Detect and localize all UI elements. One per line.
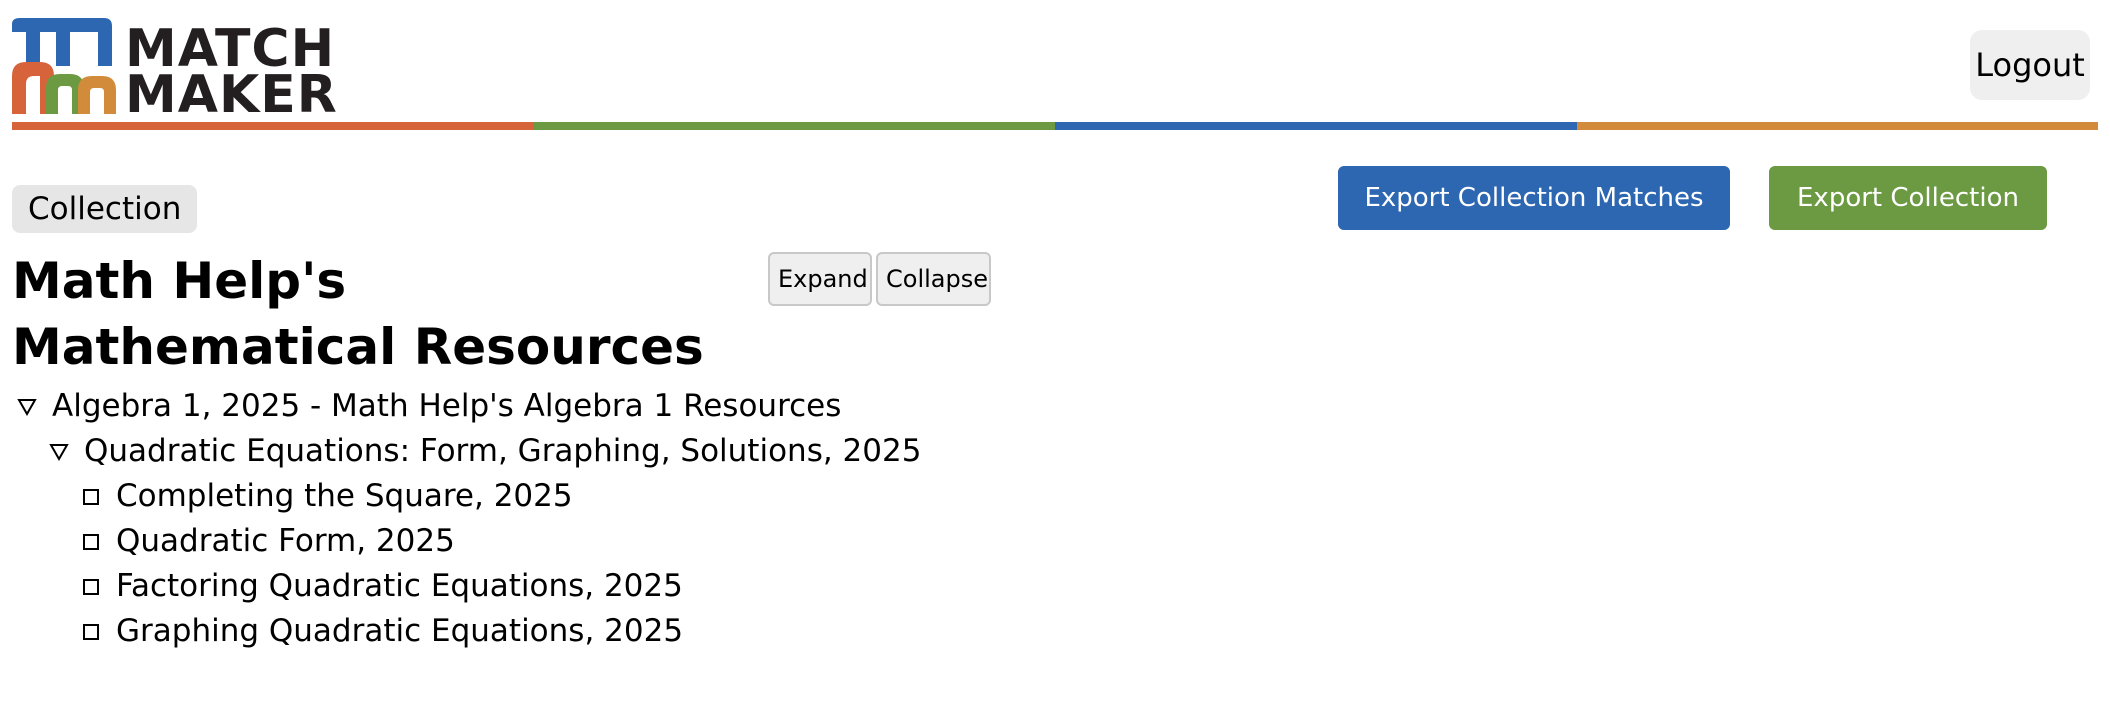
logo-wordmark: MATCH MAKER (125, 23, 338, 125)
tree-item-lesson[interactable]: Graphing Quadratic Equations, 2025 (12, 609, 1212, 654)
square-icon (76, 474, 106, 519)
triangle-down-icon[interactable] (44, 429, 74, 474)
logo-mark-icon (12, 18, 116, 114)
tree-item-lesson[interactable]: Completing the Square, 2025 (12, 474, 1212, 519)
collection-tree: Algebra 1, 2025 - Math Help's Algebra 1 … (12, 384, 1212, 654)
tree-item-label: Factoring Quadratic Equations, 2025 (116, 568, 683, 604)
export-collection-matches-button[interactable]: Export Collection Matches (1338, 166, 1730, 230)
page: MATCH MAKER Logout Collection Export Col… (0, 0, 2110, 722)
square-icon (76, 519, 106, 564)
color-bar-segment-orange (12, 122, 534, 130)
tree-item-label: Graphing Quadratic Equations, 2025 (116, 613, 684, 649)
tree-item-label: Quadratic Equations: Form, Graphing, Sol… (84, 433, 922, 469)
color-bar-segment-green (533, 122, 1055, 130)
logout-button[interactable]: Logout (1970, 30, 2090, 100)
tree-item-unit[interactable]: Quadratic Equations: Form, Graphing, Sol… (12, 429, 1212, 474)
square-icon (76, 609, 106, 654)
tree-item-label: Quadratic Form, 2025 (116, 523, 455, 559)
color-bar-segment-gold (1576, 122, 2098, 130)
tree-item-label: Algebra 1, 2025 - Math Help's Algebra 1 … (52, 388, 842, 424)
page-title: Math Help's Mathematical Resources (12, 252, 704, 376)
logo-line-2: MAKER (125, 65, 338, 125)
tree-item-course[interactable]: Algebra 1, 2025 - Math Help's Algebra 1 … (12, 384, 1212, 429)
color-bar-segment-blue (1055, 122, 1577, 130)
collection-tag: Collection (12, 185, 198, 233)
collapse-button[interactable]: Collapse (876, 252, 991, 306)
tree-item-lesson[interactable]: Factoring Quadratic Equations, 2025 (12, 564, 1212, 609)
expand-button[interactable]: Expand (768, 252, 872, 306)
square-icon (76, 564, 106, 609)
matchmaker-logo[interactable]: MATCH MAKER (12, 18, 342, 121)
export-collection-button[interactable]: Export Collection (1769, 166, 2047, 230)
header-color-bar (12, 122, 2098, 130)
tree-item-label: Completing the Square, 2025 (116, 478, 573, 514)
triangle-down-icon[interactable] (12, 384, 42, 429)
app-header: MATCH MAKER Logout (12, 0, 2098, 134)
tree-item-lesson[interactable]: Quadratic Form, 2025 (12, 519, 1212, 564)
